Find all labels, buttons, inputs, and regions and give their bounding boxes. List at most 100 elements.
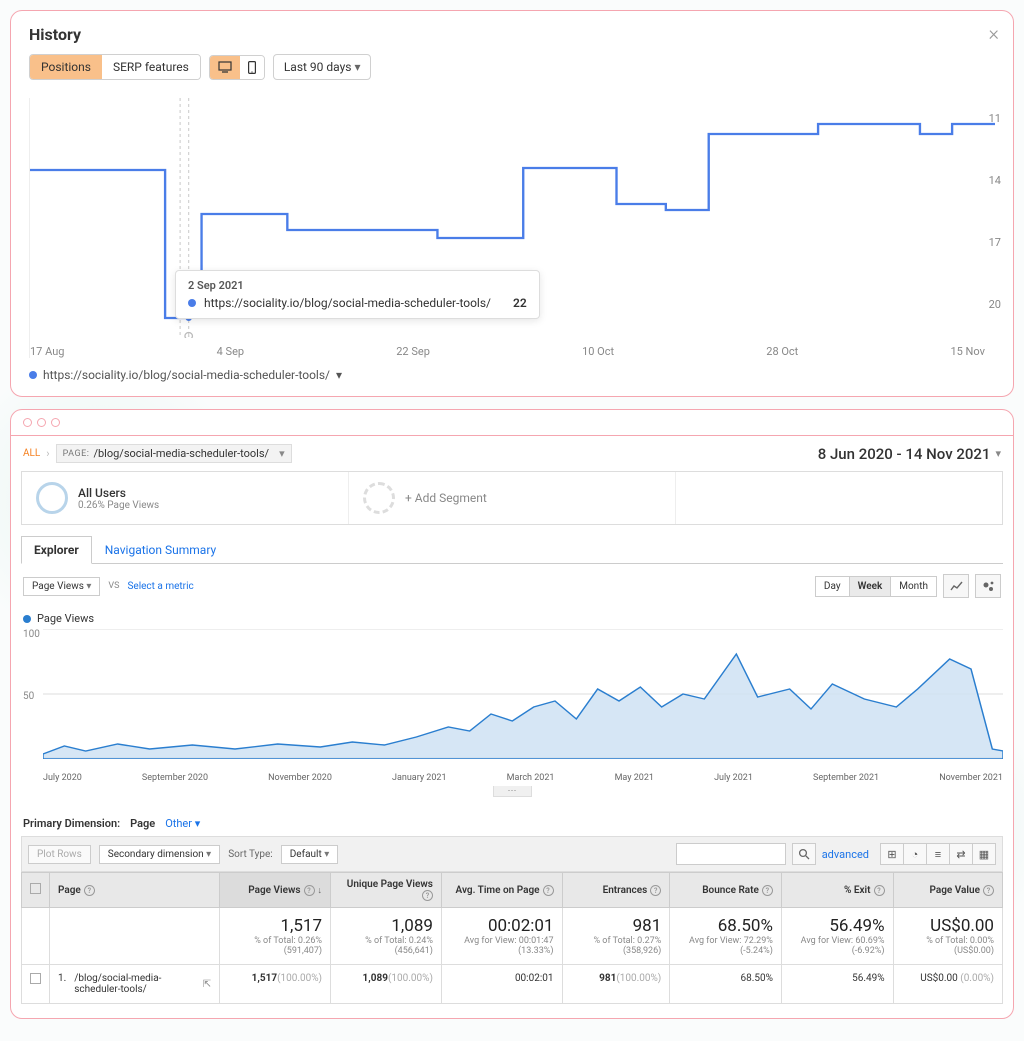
pd-other-dropdown[interactable]: Other xyxy=(165,817,200,830)
col-avg-time: Avg. Time on Page? xyxy=(441,873,562,908)
mobile-icon[interactable] xyxy=(240,56,264,79)
help-icon[interactable]: ? xyxy=(650,885,661,896)
x-tick: 10 Oct xyxy=(582,345,614,358)
x-tick: 4 Sep xyxy=(217,345,244,358)
time-month[interactable]: Month xyxy=(891,577,936,596)
search-icon[interactable] xyxy=(792,843,816,865)
segment-ring-icon xyxy=(36,482,68,514)
report-tabs: Explorer Navigation Summary xyxy=(21,535,1003,564)
x-tick: November 2021 xyxy=(939,773,1003,783)
y-tick: 50 xyxy=(23,691,34,702)
select-metric-link[interactable]: Select a metric xyxy=(127,581,193,592)
chevron-down-icon: ▾ xyxy=(279,447,285,460)
x-tick: 15 Nov xyxy=(950,345,984,358)
close-icon[interactable]: × xyxy=(989,21,999,45)
add-segment-icon xyxy=(363,482,395,514)
time-week[interactable]: Week xyxy=(850,577,892,596)
help-icon[interactable]: ? xyxy=(422,890,433,901)
expand-handle-icon[interactable]: ⋯ xyxy=(493,786,532,797)
window-dot-icon[interactable] xyxy=(51,418,60,427)
tab-positions[interactable]: Positions xyxy=(30,55,102,79)
help-icon[interactable]: ? xyxy=(304,885,315,896)
col-entrances: Entrances? xyxy=(562,873,670,908)
crumb-page[interactable]: PAGE: /blog/social-media-scheduler-tools… xyxy=(56,444,292,463)
tooltip-value: 22 xyxy=(513,296,527,310)
primary-metric-dropdown[interactable]: Page Views xyxy=(23,577,100,596)
series-dot-icon xyxy=(29,371,37,379)
checkbox[interactable] xyxy=(30,883,41,894)
window-dot-icon[interactable] xyxy=(23,418,32,427)
chevron-down-icon: ▾ xyxy=(336,368,342,382)
x-tick: 28 Oct xyxy=(766,345,798,358)
help-icon[interactable]: ? xyxy=(543,885,554,896)
help-icon[interactable]: ? xyxy=(874,885,885,896)
totals-row: 1,517% of Total: 0.26% (591,407) 1,089% … xyxy=(22,908,1003,965)
y-tick: 100 xyxy=(23,629,40,640)
y-tick: 14 xyxy=(989,174,1001,187)
pd-page[interactable]: Page xyxy=(130,817,155,830)
tab-explorer[interactable]: Explorer xyxy=(21,536,92,564)
date-range[interactable]: 8 Jun 2020 - 14 Nov 2021 xyxy=(818,445,991,463)
view-comparison-icon[interactable]: ⇄ xyxy=(949,843,973,865)
add-segment[interactable]: + Add Segment xyxy=(349,472,676,524)
sort-type-dropdown[interactable]: Default xyxy=(281,845,339,864)
col-upv: Unique Page Views? xyxy=(331,873,442,908)
y-tick: 17 xyxy=(989,236,1001,249)
segment-all-users[interactable]: All Users 0.26% Page Views xyxy=(22,472,349,524)
tab-navigation-summary[interactable]: Navigation Summary xyxy=(92,536,229,564)
x-tick: 17 Aug xyxy=(30,345,64,358)
view-pivot-icon[interactable]: ▦ xyxy=(972,843,996,865)
device-toggle xyxy=(209,55,265,80)
chart-legend[interactable]: https://sociality.io/blog/social-media-s… xyxy=(29,368,995,382)
help-icon[interactable]: ? xyxy=(84,885,95,896)
empty-segment xyxy=(676,472,1002,524)
sort-desc-icon[interactable]: ↓ xyxy=(318,885,323,896)
report-table: Page? Page Views?↓ Unique Page Views? Av… xyxy=(21,872,1003,1004)
checkbox[interactable] xyxy=(30,973,41,984)
y-tick: 11 xyxy=(989,112,1001,125)
help-icon[interactable]: ? xyxy=(983,885,994,896)
view-bar-icon[interactable]: ≡ xyxy=(926,843,950,865)
x-tick: July 2020 xyxy=(43,773,82,783)
history-title: History xyxy=(29,25,995,44)
chart-line-icon[interactable] xyxy=(943,574,969,598)
col-bounce: Bounce Rate? xyxy=(670,873,782,908)
ga-panel: ALL › PAGE: /blog/social-media-scheduler… xyxy=(10,409,1014,1019)
series-dot-icon xyxy=(23,615,31,623)
col-exit: % Exit? xyxy=(781,873,893,908)
chart2-legend: Page Views xyxy=(21,608,1003,629)
secondary-dimension-dropdown[interactable]: Secondary dimension xyxy=(99,845,220,864)
x-tick: January 2021 xyxy=(392,773,447,783)
breadcrumb: ALL › PAGE: /blog/social-media-scheduler… xyxy=(21,436,1003,471)
chart-bubble-icon[interactable] xyxy=(975,574,1001,598)
legend-url: https://sociality.io/blog/social-media-s… xyxy=(43,368,330,382)
advanced-link[interactable]: advanced xyxy=(822,848,869,861)
date-range-dropdown[interactable]: Last 90 days xyxy=(273,54,372,80)
time-day[interactable]: Day xyxy=(816,577,850,596)
x-axis: 17 Aug 4 Sep 22 Sep 10 Oct 28 Oct 15 Nov xyxy=(30,339,985,358)
explorer-controls: Page Views VS Select a metric Day Week M… xyxy=(21,564,1003,608)
table-row[interactable]: 1. /blog/social-media-scheduler-tools/ ⇱… xyxy=(22,965,1003,1004)
view-table-icon[interactable]: ⊞ xyxy=(880,843,904,865)
x-axis: July 2020 September 2020 November 2020 J… xyxy=(43,769,1003,787)
tab-serp-features[interactable]: SERP features xyxy=(102,55,200,79)
history-tab-group: Positions SERP features xyxy=(29,54,201,80)
help-icon[interactable]: ? xyxy=(762,885,773,896)
x-tick: July 2021 xyxy=(714,773,753,783)
window-dot-icon[interactable] xyxy=(37,418,46,427)
x-tick: November 2020 xyxy=(268,773,332,783)
desktop-icon[interactable] xyxy=(210,56,240,79)
tooltip-url: https://sociality.io/blog/social-media-s… xyxy=(204,296,491,310)
search-input[interactable] xyxy=(676,843,786,865)
external-link-icon[interactable]: ⇱ xyxy=(203,979,211,990)
x-tick: March 2021 xyxy=(507,773,555,783)
chevron-right-icon: › xyxy=(46,447,49,460)
table-toolbar: Plot Rows Secondary dimension Sort Type:… xyxy=(21,836,1003,872)
crumb-all[interactable]: ALL xyxy=(23,448,40,459)
chevron-down-icon[interactable]: ▾ xyxy=(995,447,1001,460)
plot-rows-button: Plot Rows xyxy=(28,845,91,864)
col-page: Page? xyxy=(50,873,220,908)
history-panel: × History Positions SERP features Last 9… xyxy=(10,10,1014,397)
view-pie-icon[interactable]: ◔ xyxy=(903,843,927,865)
positions-chart: 11 14 17 20 17 Aug 4 Sep 22 Sep 10 Oct 2… xyxy=(29,98,995,358)
